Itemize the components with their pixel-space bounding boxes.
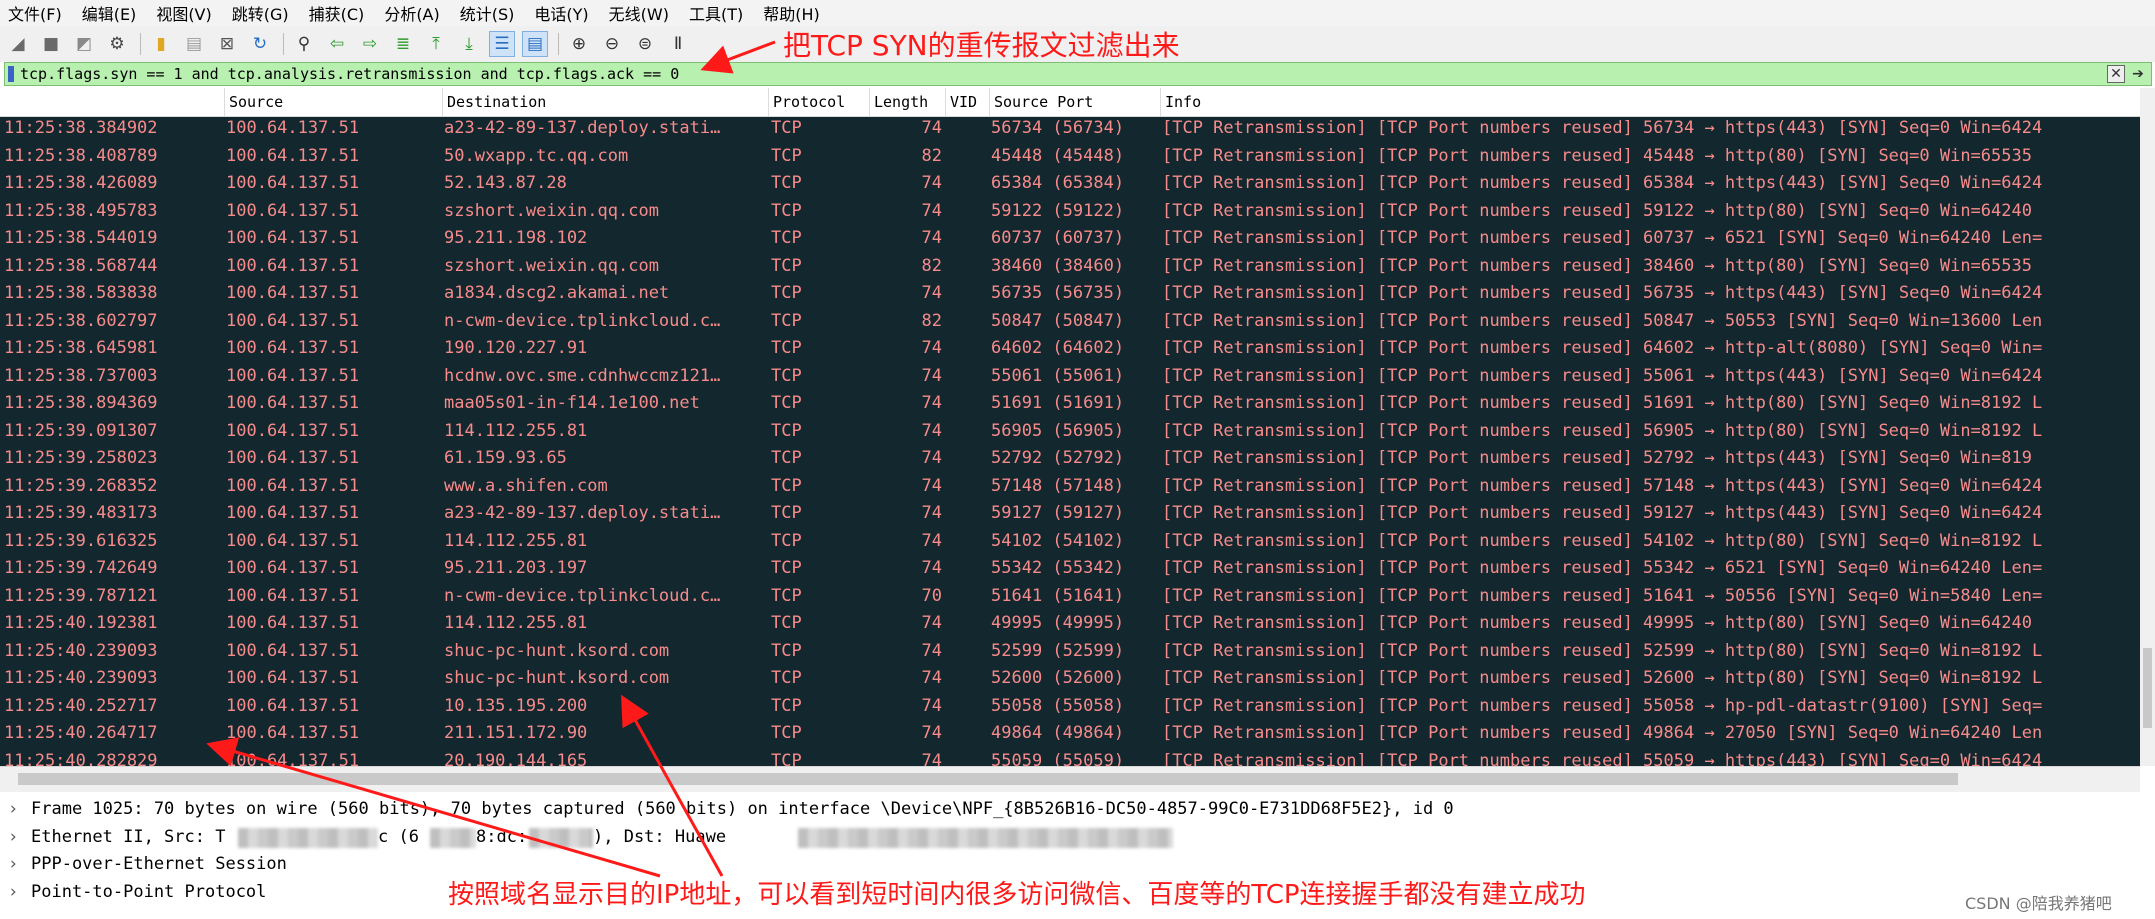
arrow-to-destination-column — [621, 694, 724, 877]
csdn-watermark: CSDN @陪我养猪吧 — [1965, 894, 2112, 913]
arrow-to-filter — [700, 40, 776, 74]
annotation-arrows — [206, 40, 776, 878]
arrow-to-time-column — [206, 737, 661, 878]
